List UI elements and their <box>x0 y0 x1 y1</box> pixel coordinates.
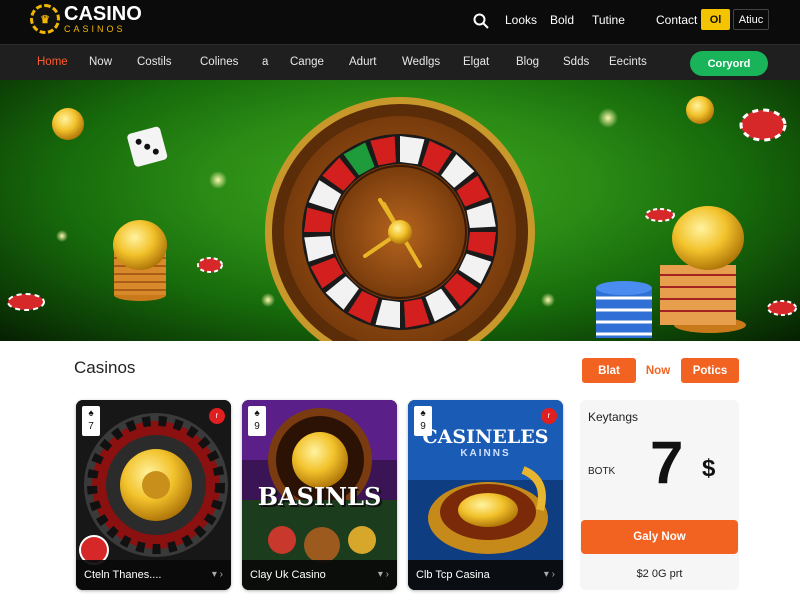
nav-item-a[interactable]: a <box>262 56 268 68</box>
logo-main-text: CASINO <box>64 3 142 25</box>
nav-cta-button[interactable]: Coryord <box>690 51 768 76</box>
nav-item-elgat[interactable]: Elgat <box>463 56 489 68</box>
nav-item-wedlgs[interactable]: Wedlgs <box>402 56 440 68</box>
card-label: Clay Uk Casino <box>250 569 326 581</box>
chevron-right-icon[interactable]: ▾ › <box>212 569 223 580</box>
playing-card-icon: ♠ 7 <box>82 406 100 436</box>
chip-stack-icon <box>596 281 652 338</box>
logo-sub-text: CASINOS <box>64 24 126 34</box>
language-button[interactable]: Atiuc <box>733 9 769 30</box>
main-nav: Home Now Costils Colines a Cange Adurt W… <box>0 44 800 80</box>
card-banner-title: BASINLS <box>257 482 382 511</box>
play-now-button[interactable]: Galy Now <box>581 520 738 554</box>
badge-icon: r <box>541 408 557 424</box>
nav-item-colines[interactable]: Colines <box>200 56 238 68</box>
card-footer: Clay Uk Casino ▾ › <box>242 560 397 590</box>
card-footer: Cteln Thanes.... ▾ › <box>76 560 231 590</box>
casino-card[interactable]: ♠ 9 r CASINELES KAINNS Clb Tcp Casina ▾ › <box>408 400 563 590</box>
bonus-small-text: BOTK <box>588 466 616 477</box>
bonus-panel: Keytangs BOTK 7 $ Galy Now $2 0G prt <box>580 400 739 590</box>
flag-button[interactable]: Ol <box>701 9 730 30</box>
nav-item-sdds[interactable]: Sdds <box>563 56 589 68</box>
card-banner-subtitle: KAINNS <box>460 448 511 459</box>
chevron-right-icon[interactable]: ▾ › <box>378 569 389 580</box>
poker-chip-icon: ♛ <box>30 4 60 34</box>
hero-illustration <box>7 96 797 341</box>
bonus-amount: 7 <box>650 429 684 496</box>
top-link-tutine[interactable]: Tutine <box>592 13 625 27</box>
nav-item-cange[interactable]: Cange <box>290 56 324 68</box>
casino-card[interactable]: ♠ 7 r Cteln Thanes.... ▾ › <box>76 400 231 590</box>
tab-now[interactable]: Now <box>638 358 678 383</box>
search-icon[interactable] <box>472 12 490 30</box>
nav-item-costils[interactable]: Costils <box>137 56 172 68</box>
bonus-label: Keytangs <box>588 410 639 424</box>
card-banner-title: CASINELES <box>422 426 549 448</box>
chevron-right-icon[interactable]: ▾ › <box>544 569 555 580</box>
bonus-footer: $2 0G prt <box>636 568 683 580</box>
casino-card[interactable]: ♠ 9 BASINLS Clay Uk Casino ▾ › <box>242 400 397 590</box>
badge-icon: r <box>209 408 225 424</box>
top-link-looks[interactable]: Looks <box>505 13 537 27</box>
card-label: Cteln Thanes.... <box>84 569 162 581</box>
nav-item-adurt[interactable]: Adurt <box>349 56 377 68</box>
dice-icon <box>127 126 168 167</box>
bonus-currency: $ <box>702 455 716 482</box>
hero-banner <box>0 80 800 341</box>
roulette-wheel-icon <box>265 97 535 341</box>
top-link-bold[interactable]: Bold <box>550 13 574 27</box>
nav-item-now[interactable]: Now <box>89 56 112 68</box>
nav-item-eecints[interactable]: Eecints <box>609 56 647 68</box>
playing-card-icon: ♠ 9 <box>248 406 266 436</box>
card-label: Clb Tcp Casina <box>416 569 490 581</box>
top-link-contact[interactable]: Contact <box>656 13 697 27</box>
tab-potics[interactable]: Potics <box>681 358 739 383</box>
card-footer: Clb Tcp Casina ▾ › <box>408 560 563 590</box>
casino-logo[interactable]: ♛ CASINO CASINOS <box>30 4 142 34</box>
nav-item-home[interactable]: Home <box>37 56 68 68</box>
top-bar: ♛ CASINO CASINOS Looks Bold Tutine Conta… <box>0 0 800 44</box>
nav-item-blog[interactable]: Blog <box>516 56 539 68</box>
section-title: Casinos <box>74 358 136 377</box>
tab-blat[interactable]: Blat <box>582 358 636 383</box>
